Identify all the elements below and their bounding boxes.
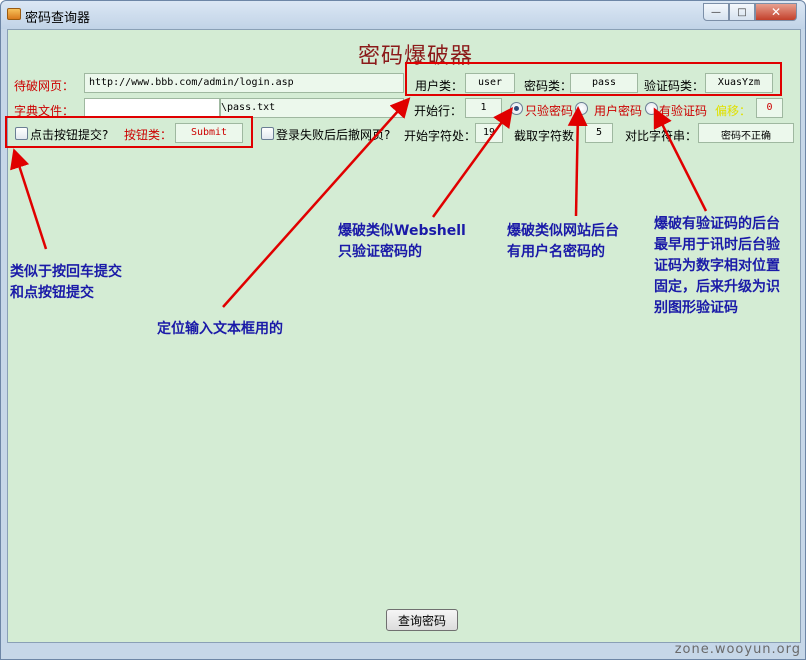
arrow-to-submit-box (10, 148, 48, 250)
watermark: zone.wooyun.org (674, 642, 801, 657)
arrow-to-pass-only (431, 106, 513, 218)
arrow-to-captcha (653, 107, 708, 212)
arrow-to-user-pass (567, 106, 588, 217)
app-window: 密码查询器 — □ ✕ 密码爆破器 待破网页： http://www.bbb.c… (0, 0, 806, 660)
annotation-arrows (10, 97, 708, 308)
arrow-to-fields-box (222, 97, 411, 308)
